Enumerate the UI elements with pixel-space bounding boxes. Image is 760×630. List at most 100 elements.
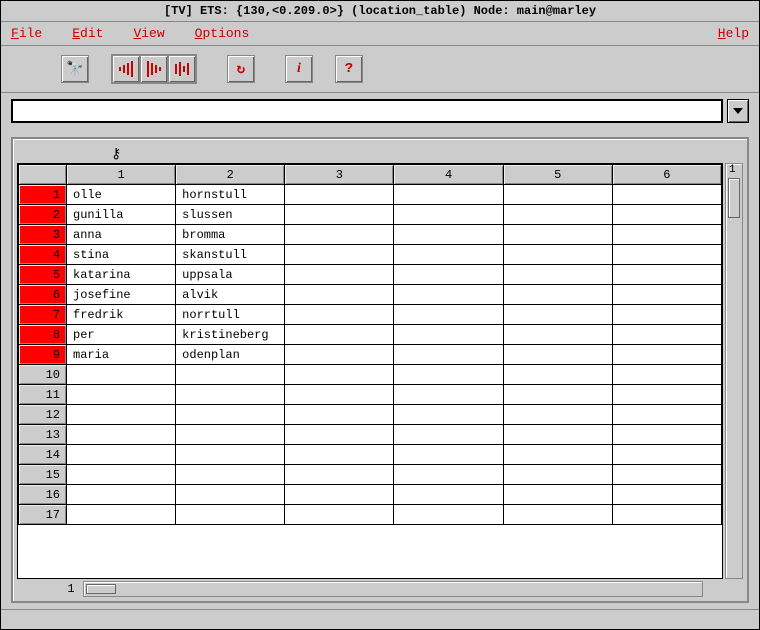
table-row[interactable]: 17 (19, 505, 722, 525)
menu-view[interactable]: View (133, 26, 164, 41)
cell[interactable] (612, 485, 721, 505)
cell[interactable]: maria (67, 345, 176, 365)
cell[interactable] (285, 205, 394, 225)
cell[interactable] (176, 385, 285, 405)
table-row[interactable]: 6josefinealvik (19, 285, 722, 305)
row-number-cell[interactable]: 3 (19, 225, 67, 245)
cell[interactable] (612, 205, 721, 225)
row-number-cell[interactable]: 17 (19, 505, 67, 525)
table-row[interactable]: 13 (19, 425, 722, 445)
cell[interactable] (503, 485, 612, 505)
table-row[interactable]: 16 (19, 485, 722, 505)
table-row[interactable]: 9mariaodenplan (19, 345, 722, 365)
table-grid[interactable]: 123456 1ollehornstull2gunillaslussen3ann… (17, 163, 723, 579)
table-row[interactable]: 8perkristineberg (19, 325, 722, 345)
row-number-cell[interactable]: 12 (19, 405, 67, 425)
cell[interactable]: bromma (176, 225, 285, 245)
cell[interactable]: anna (67, 225, 176, 245)
cell[interactable] (394, 445, 503, 465)
column-header-1[interactable]: 1 (67, 165, 176, 185)
cell[interactable] (285, 465, 394, 485)
search-history-dropdown[interactable] (727, 99, 749, 123)
menu-help[interactable]: Help (718, 26, 749, 41)
cell[interactable] (503, 385, 612, 405)
row-number-cell[interactable]: 5 (19, 265, 67, 285)
cell[interactable] (176, 365, 285, 385)
table-row[interactable]: 1ollehornstull (19, 185, 722, 205)
column-header-2[interactable]: 2 (176, 165, 285, 185)
row-number-cell[interactable]: 1 (19, 185, 67, 205)
cell[interactable] (285, 385, 394, 405)
cell[interactable]: odenplan (176, 345, 285, 365)
cell[interactable] (612, 245, 721, 265)
cell[interactable] (612, 305, 721, 325)
cell[interactable] (612, 185, 721, 205)
table-row[interactable]: 14 (19, 445, 722, 465)
table-row[interactable]: 11 (19, 385, 722, 405)
column-header-3[interactable]: 3 (285, 165, 394, 185)
column-header-4[interactable]: 4 (394, 165, 503, 185)
cell[interactable] (67, 505, 176, 525)
cell[interactable] (394, 245, 503, 265)
table-row[interactable]: 10 (19, 365, 722, 385)
cell[interactable] (503, 245, 612, 265)
cell[interactable] (612, 365, 721, 385)
cell[interactable] (67, 445, 176, 465)
row-number-cell[interactable]: 2 (19, 205, 67, 225)
cell[interactable] (394, 345, 503, 365)
cell[interactable]: stina (67, 245, 176, 265)
cell[interactable] (285, 325, 394, 345)
sort-none-button[interactable] (168, 55, 196, 83)
cell[interactable] (67, 405, 176, 425)
cell[interactable] (612, 225, 721, 245)
cell[interactable] (394, 405, 503, 425)
menu-file[interactable]: File (11, 26, 42, 41)
vertical-scrollbar[interactable]: 1 (725, 163, 743, 579)
cell[interactable] (285, 265, 394, 285)
cell[interactable] (612, 325, 721, 345)
cell[interactable] (394, 325, 503, 345)
refresh-button[interactable]: ↻ (227, 55, 255, 83)
cell[interactable] (176, 405, 285, 425)
cell[interactable] (503, 185, 612, 205)
cell[interactable] (67, 425, 176, 445)
cell[interactable] (67, 385, 176, 405)
cell[interactable] (503, 465, 612, 485)
menu-options[interactable]: Options (195, 26, 250, 41)
table-row[interactable]: 3annabromma (19, 225, 722, 245)
table-row[interactable]: 5katarinauppsala (19, 265, 722, 285)
cell[interactable] (176, 465, 285, 485)
cell[interactable] (285, 345, 394, 365)
column-header-5[interactable]: 5 (503, 165, 612, 185)
horizontal-scrollbar[interactable] (83, 581, 703, 597)
cell[interactable] (394, 465, 503, 485)
row-number-cell[interactable]: 11 (19, 385, 67, 405)
cell[interactable] (612, 465, 721, 485)
help-button[interactable]: ? (335, 55, 363, 83)
cell[interactable] (176, 485, 285, 505)
cell[interactable] (503, 405, 612, 425)
cell[interactable] (503, 285, 612, 305)
cell[interactable]: kristineberg (176, 325, 285, 345)
cell[interactable]: fredrik (67, 305, 176, 325)
cell[interactable] (503, 365, 612, 385)
cell[interactable] (503, 425, 612, 445)
cell[interactable] (394, 485, 503, 505)
cell[interactable]: uppsala (176, 265, 285, 285)
cell[interactable]: alvik (176, 285, 285, 305)
cell[interactable] (285, 485, 394, 505)
table-row[interactable]: 15 (19, 465, 722, 485)
row-number-cell[interactable]: 15 (19, 465, 67, 485)
row-number-cell[interactable]: 7 (19, 305, 67, 325)
cell[interactable] (503, 305, 612, 325)
cell[interactable] (285, 505, 394, 525)
cell[interactable] (176, 505, 285, 525)
cell[interactable] (285, 365, 394, 385)
cell[interactable] (503, 225, 612, 245)
info-button[interactable]: i (285, 55, 313, 83)
cell[interactable]: skanstull (176, 245, 285, 265)
cell[interactable] (394, 205, 503, 225)
vscroll-thumb[interactable] (728, 178, 740, 218)
row-number-cell[interactable]: 9 (19, 345, 67, 365)
cell[interactable] (67, 465, 176, 485)
